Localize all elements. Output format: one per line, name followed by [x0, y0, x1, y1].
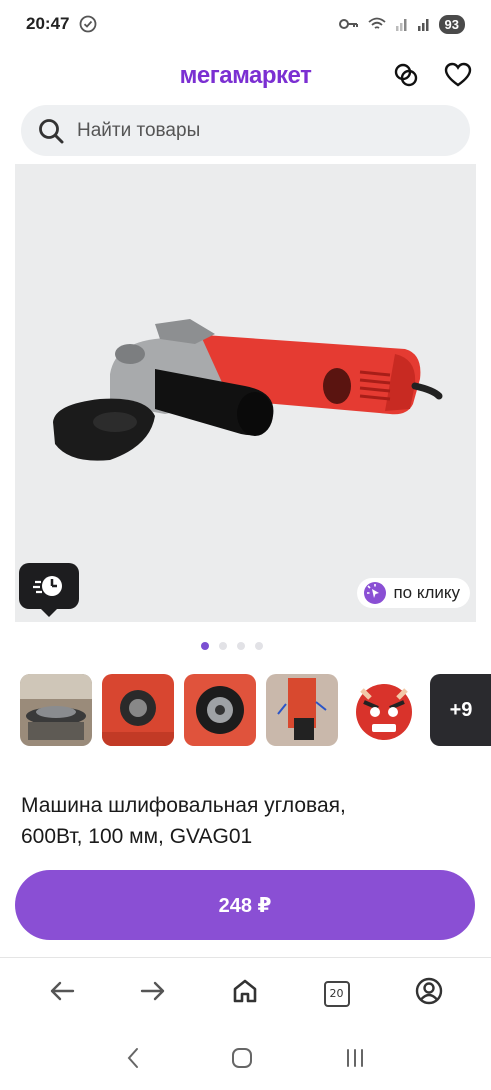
delivery-by-click-badge[interactable]: по клику: [357, 578, 470, 608]
thumbnail-1[interactable]: [20, 674, 92, 746]
arrow-left-icon: [50, 981, 74, 1001]
favorites-button[interactable]: [443, 60, 473, 90]
status-time: 20:47: [26, 14, 70, 33]
user-avatar-icon: [415, 977, 442, 1005]
check-circle-icon: [80, 15, 97, 33]
header-icons: [391, 60, 473, 90]
thumbnail-image: [184, 674, 256, 746]
chevron-left-icon: [127, 1047, 139, 1068]
search-bar[interactable]: Найти товары: [21, 105, 470, 156]
carousel-dot-3[interactable]: [236, 642, 245, 650]
product-title: Машина шлифовальная угловая, 600Вт, 100 …: [21, 790, 461, 852]
thumbnail-3[interactable]: [184, 674, 256, 746]
back-button[interactable]: [49, 980, 75, 1007]
arrow-right-icon: [140, 981, 164, 1001]
product-image: [53, 319, 443, 461]
carousel-dot-4[interactable]: [254, 642, 263, 650]
thumbnail-image: [102, 674, 174, 746]
heart-icon: [444, 62, 472, 87]
browser-navigation-bar: 20: [0, 957, 491, 1029]
profile-button[interactable]: [415, 977, 443, 1010]
thumbnail-strip: +9: [20, 674, 491, 746]
thumbnail-4[interactable]: [266, 674, 338, 746]
system-back-button[interactable]: [125, 1046, 141, 1075]
system-navigation-bar: [0, 1030, 491, 1090]
compare-button[interactable]: [391, 60, 421, 90]
status-left: 20:47: [26, 14, 97, 34]
status-right: 93: [338, 14, 465, 34]
app-header: мегамаркет: [0, 48, 491, 104]
recents-icon: [346, 1048, 363, 1067]
battery-badge: 93: [438, 14, 465, 34]
buy-button-price: 248 ₽: [218, 894, 272, 917]
thumbnail-5[interactable]: [348, 674, 420, 746]
badge-label: по клику: [393, 583, 460, 602]
thumbnail-image: [20, 674, 92, 746]
status-bar: 20:47 93: [0, 0, 491, 48]
product-title-line-1: Машина шлифовальная угловая,: [21, 794, 346, 817]
search-icon: [39, 118, 64, 143]
thumbnail-2[interactable]: [102, 674, 174, 746]
cursor-click-icon: [364, 582, 387, 604]
carousel-dots: [0, 642, 491, 650]
key-icon: [338, 19, 358, 29]
tabs-button[interactable]: 20: [323, 980, 350, 1007]
forward-button[interactable]: [140, 980, 166, 1007]
thumbnail-image: [348, 674, 420, 746]
thumbnail-more-label: +9: [449, 698, 473, 721]
brand-logo[interactable]: мегамаркет: [180, 62, 312, 90]
search-input[interactable]: Найти товары: [77, 120, 200, 142]
carousel-dot-1[interactable]: [200, 642, 209, 650]
system-recents-button[interactable]: [344, 1047, 366, 1074]
signal-icon: [395, 19, 407, 31]
product-image-gallery[interactable]: по клику: [15, 164, 476, 622]
compare-icon: [394, 63, 418, 87]
home-icon: [233, 979, 256, 1003]
fast-delivery-badge[interactable]: [19, 563, 79, 617]
product-title-line-2: 600Вт, 100 мм, GVAG01: [21, 825, 253, 848]
carousel-dot-2[interactable]: [218, 642, 227, 650]
rounded-square-icon: [232, 1047, 253, 1068]
signal-icon-2: [417, 19, 429, 31]
home-button[interactable]: [231, 977, 259, 1010]
wifi-icon: [367, 17, 386, 29]
clock-speed-icon: [33, 576, 62, 596]
thumbnail-image: [266, 674, 338, 746]
buy-button[interactable]: 248 ₽: [15, 870, 475, 940]
thumbnail-more[interactable]: +9: [430, 674, 491, 746]
system-home-button[interactable]: [231, 1047, 253, 1074]
